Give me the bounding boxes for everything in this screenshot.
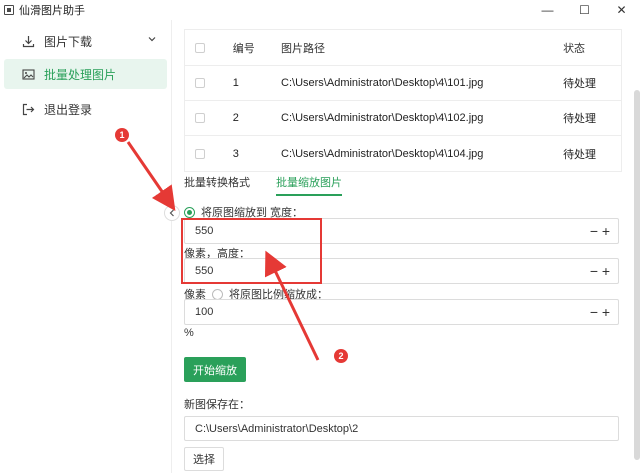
close-button[interactable]: ✕ [603, 0, 640, 20]
scrollbar[interactable] [634, 90, 640, 460]
row-path: C:\Users\Administrator\Desktop\4\102.jpg [281, 112, 484, 124]
percent-unit-label: % [184, 327, 194, 339]
row-checkbox[interactable] [195, 113, 205, 123]
maximize-button[interactable]: ☐ [566, 0, 603, 20]
ratio-input[interactable]: 100 − + [184, 299, 619, 325]
row-status: 待处理 [563, 113, 597, 125]
row-status: 待处理 [563, 148, 597, 161]
minus-icon[interactable]: − [588, 305, 600, 319]
height-stepper[interactable]: − + [588, 264, 612, 278]
save-location-label: 新图保存在： [184, 399, 250, 411]
column-header-no: 编号 [232, 42, 255, 55]
row-checkbox[interactable] [195, 78, 205, 88]
tab-batch-resize[interactable]: 批量缩放图片 [276, 174, 342, 196]
ratio-value: 100 [195, 306, 214, 318]
ratio-stepper[interactable]: − + [588, 305, 612, 319]
minus-icon[interactable]: − [588, 264, 600, 278]
sidebar-item-image-download[interactable]: 图片下载 [4, 26, 167, 56]
row-no: 2 [232, 112, 239, 124]
height-value: 550 [195, 265, 214, 277]
tab-convert-format[interactable]: 批量转换格式 [184, 174, 250, 196]
scale-to-radio[interactable] [184, 206, 195, 218]
download-icon [22, 35, 35, 48]
plus-icon[interactable]: + [600, 264, 612, 278]
window-controls: — ☐ ✕ [529, 0, 640, 20]
title-bar: 仙滑图片助手 — ☐ ✕ [0, 0, 640, 20]
plus-icon[interactable]: + [600, 305, 612, 319]
start-resize-button[interactable]: 开始缩放 [184, 357, 246, 382]
percent-unit-row: % [184, 327, 194, 339]
save-path-value: C:\Users\Administrator\Desktop\2 [195, 422, 359, 435]
image-table: 编号 图片路径 状态 1 C:\Users\Administrator\Desk… [184, 29, 622, 172]
sidebar-item-label: 退出登录 [44, 102, 93, 117]
tab-bar: 批量转换格式 批量缩放图片 [184, 174, 368, 196]
row-path: C:\Users\Administrator\Desktop\4\104.jpg [281, 147, 484, 160]
width-stepper[interactable]: − + [588, 224, 612, 238]
save-path-input[interactable]: C:\Users\Administrator\Desktop\2 [184, 416, 619, 441]
row-checkbox[interactable] [195, 148, 205, 159]
minus-icon[interactable]: − [588, 224, 600, 238]
sidebar-item-logout[interactable]: 退出登录 [4, 94, 167, 124]
main-panel: 编号 图片路径 状态 1 C:\Users\Administrator\Desk… [172, 20, 640, 473]
ratio-radio[interactable] [212, 288, 223, 300]
row-no: 1 [232, 77, 239, 89]
sidebar-item-batch-process[interactable]: 批量处理图片 [4, 59, 167, 89]
choose-folder-button[interactable]: 选择 [184, 447, 224, 471]
table-row[interactable]: 2 C:\Users\Administrator\Desktop\4\102.j… [185, 101, 621, 136]
height-input[interactable]: 550 − + [184, 258, 619, 284]
app-icon [4, 5, 14, 15]
image-icon [22, 68, 35, 81]
row-status: 待处理 [563, 78, 597, 90]
select-all-checkbox[interactable] [195, 42, 205, 53]
minimize-button[interactable]: — [529, 0, 566, 20]
column-header-path: 图片路径 [281, 42, 326, 55]
window-title: 仙滑图片助手 [19, 5, 85, 17]
annotation-marker-2: 2 [334, 349, 348, 363]
width-value: 550 [195, 225, 214, 237]
sidebar: 图片下载 批量处理图片 退出登录 [0, 20, 172, 473]
table-row[interactable]: 3 C:\Users\Administrator\Desktop\4\104.j… [185, 136, 621, 171]
column-header-status: 状态 [563, 42, 586, 55]
sidebar-item-label: 图片下载 [44, 34, 93, 49]
logout-icon [22, 103, 35, 116]
table-row[interactable]: 1 C:\Users\Administrator\Desktop\4\101.j… [185, 66, 621, 101]
annotation-marker-1: 1 [115, 128, 129, 142]
sidebar-item-label: 批量处理图片 [44, 67, 117, 82]
row-no: 3 [232, 147, 239, 160]
table-header: 编号 图片路径 状态 [185, 30, 621, 66]
chevron-down-icon[interactable] [147, 34, 157, 47]
row-path: C:\Users\Administrator\Desktop\4\101.jpg [281, 77, 484, 89]
width-input[interactable]: 550 − + [184, 218, 619, 244]
plus-icon[interactable]: + [600, 224, 612, 238]
